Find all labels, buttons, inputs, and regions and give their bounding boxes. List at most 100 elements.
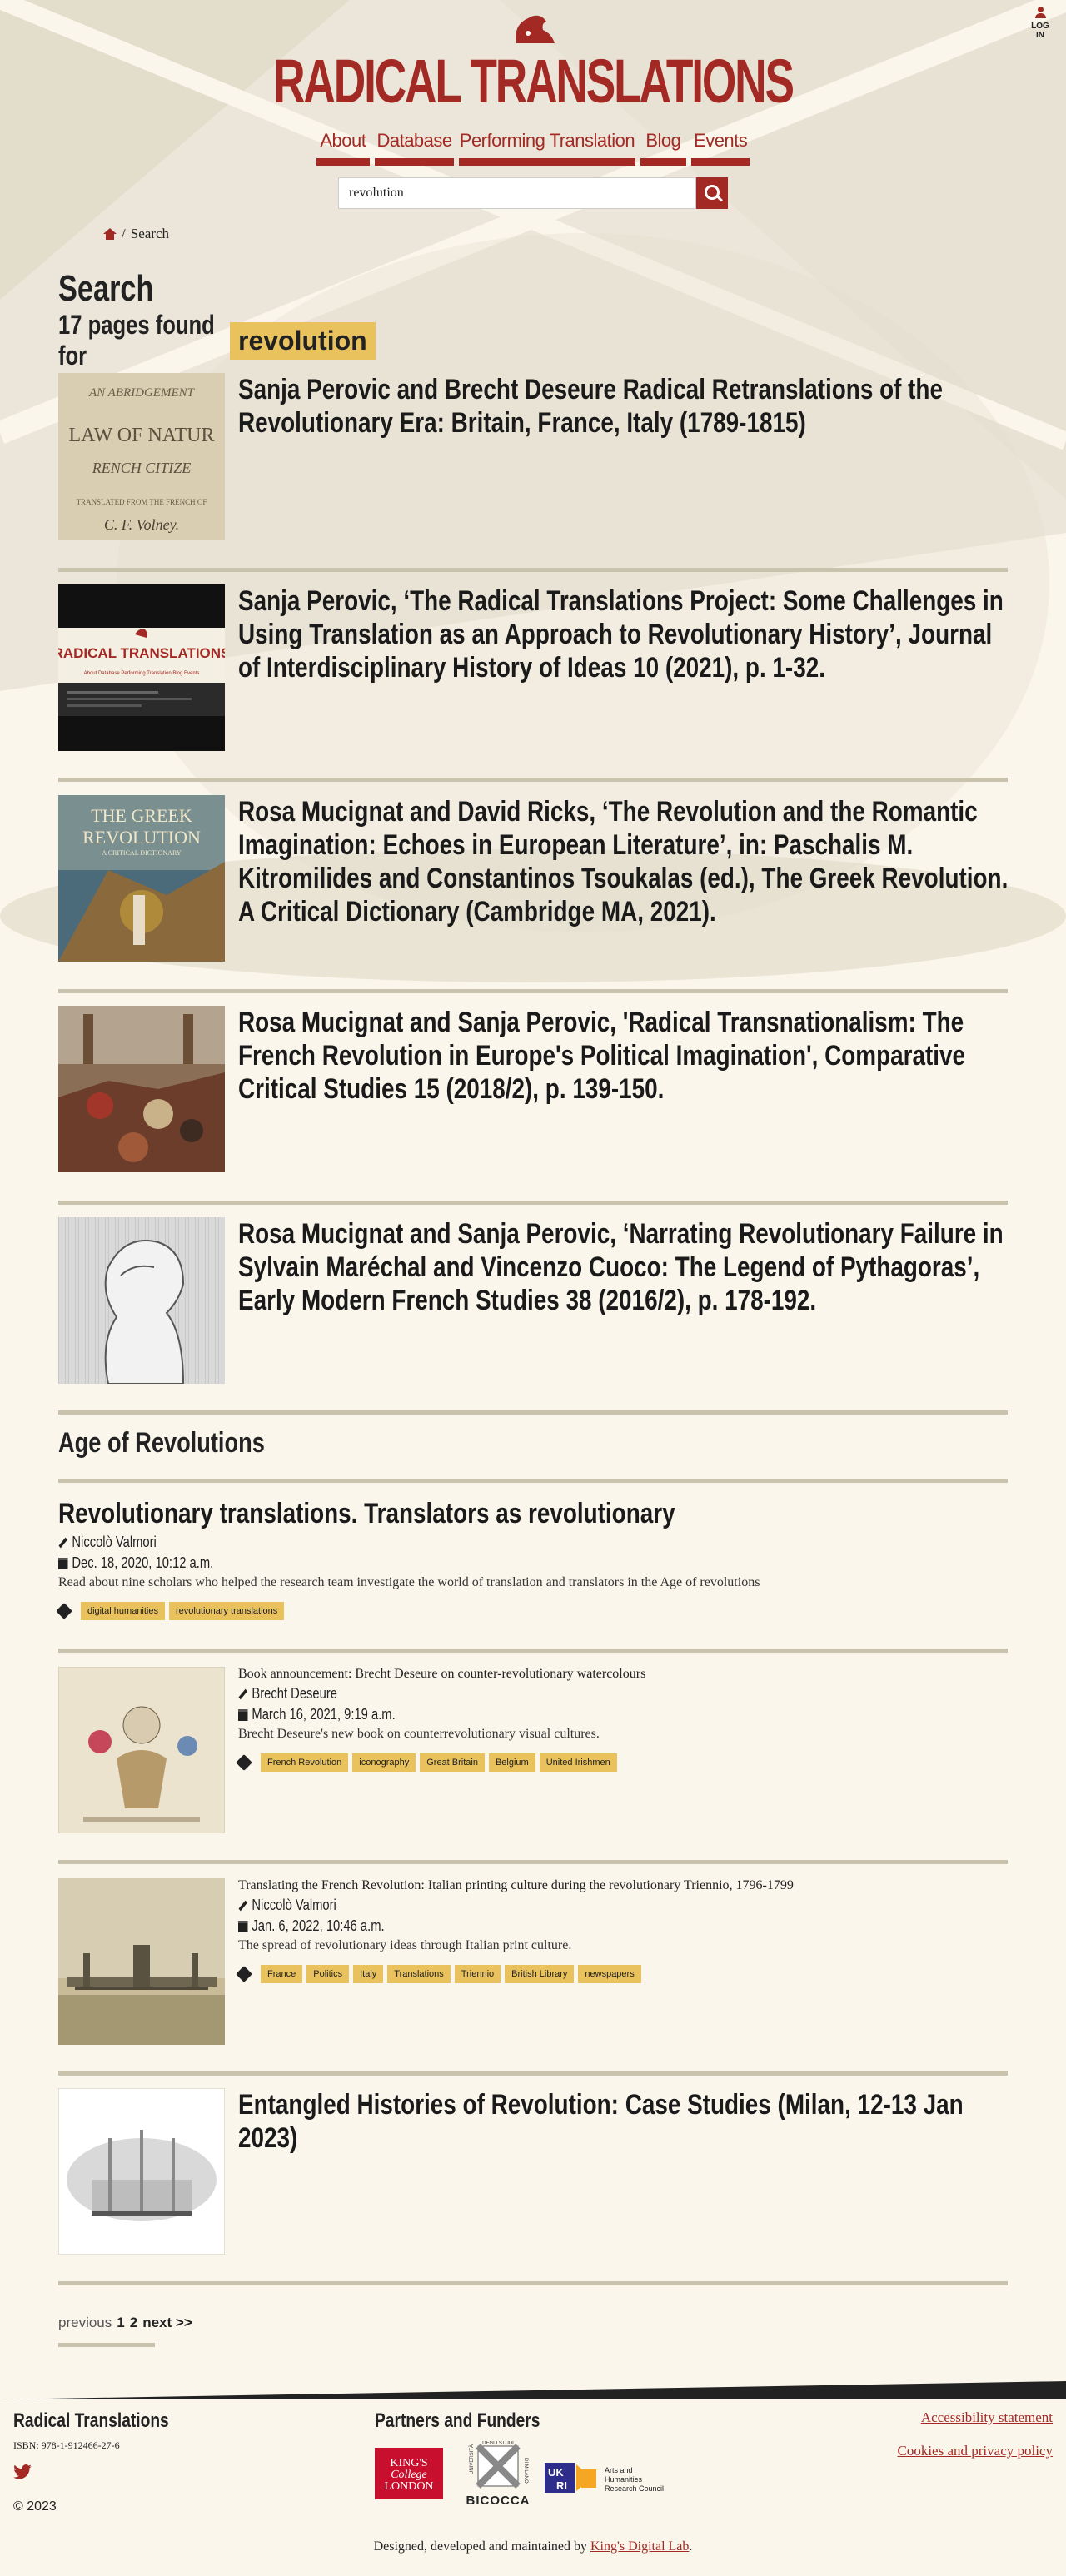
tag[interactable]: Italy <box>353 1965 384 1983</box>
divider <box>58 2281 1008 2285</box>
result-thumbnail[interactable]: THE GREEK REVOLUTION A CRITICAL DICTIONA… <box>58 795 225 962</box>
nav-about[interactable]: About <box>316 128 370 166</box>
pager-underline <box>58 2343 155 2347</box>
tag[interactable]: Great Britain <box>420 1753 485 1772</box>
tag[interactable]: British Library <box>505 1965 575 1983</box>
twitter-icon[interactable] <box>13 2464 32 2479</box>
post-author: Niccolò Valmori <box>238 1897 866 1914</box>
calendar-icon <box>238 1920 248 1932</box>
thumb-text: C. F. Volney. <box>104 516 179 533</box>
cookies-link[interactable]: Cookies and privacy policy <box>898 2443 1054 2459</box>
svg-text:UNIVERSITÀ: UNIVERSITÀ <box>469 2444 475 2474</box>
result-title-link[interactable]: Rosa Mucignat and Sanja Perovic, 'Radica… <box>238 1006 1010 1106</box>
post-title-link[interactable]: Book announcement: Brecht Deseure on cou… <box>238 1667 1066 1682</box>
tag[interactable]: Translations <box>387 1965 451 1983</box>
pencil-icon <box>58 1537 67 1548</box>
post-author-name: Niccolò Valmori <box>252 1897 336 1913</box>
post-date: March 16, 2021, 9:19 a.m. <box>238 1706 866 1723</box>
pager-page: 1 <box>117 2315 125 2330</box>
post-thumbnail[interactable] <box>58 1878 225 2045</box>
user-icon <box>1034 7 1046 18</box>
site-footer: Radical Translations ISBN: 978-1-912466-… <box>0 2381 1066 2576</box>
pencil-icon <box>238 1900 247 1911</box>
svg-text:Arts and: Arts and <box>605 2466 633 2474</box>
footer-credit: Designed, developed and maintained by Ki… <box>373 2539 693 2554</box>
pager-page[interactable]: 2 <box>130 2315 137 2331</box>
post-title-link[interactable]: Translating the French Revolution: Itali… <box>238 1878 1066 1893</box>
search-button[interactable] <box>696 177 728 209</box>
divider <box>58 1410 1008 1415</box>
tag-icon <box>236 1966 252 1982</box>
svg-text:DEGLI STUDI: DEGLI STUDI <box>482 2441 514 2446</box>
section-heading: Age of Revolutions <box>58 1427 265 1459</box>
result-title-link[interactable]: Sanja Perovic, ‘The Radical Translations… <box>238 584 1010 684</box>
breadcrumb: / Search <box>103 226 169 242</box>
tag[interactable]: United Irishmen <box>539 1753 617 1772</box>
result-thumbnail[interactable] <box>58 1006 225 1172</box>
tag-icon <box>236 1754 252 1771</box>
post-title-link[interactable]: Entangled Histories of Revolution: Case … <box>238 2088 1010 2155</box>
nav-blog[interactable]: Blog <box>640 128 687 166</box>
nav-events[interactable]: Events <box>691 128 750 166</box>
post-summary: Brecht Deseure's new book on counterrevo… <box>238 1727 600 1741</box>
result-title-link[interactable]: Sanja Perovic and Brecht Deseure Radical… <box>238 373 1010 440</box>
tag[interactable]: digital humanities <box>81 1602 165 1620</box>
divider <box>58 568 1008 572</box>
nav-performing-translation[interactable]: Performing Translation <box>459 128 635 166</box>
bicocca-logo[interactable]: UNIVERSITÀ DEGLI STUDI DI MILANO BICOCCA <box>466 2441 530 2513</box>
post-thumbnail[interactable] <box>58 2088 225 2255</box>
calendar-icon <box>238 1708 248 1721</box>
main-nav: About Database Performing Translation Bl… <box>316 128 750 166</box>
result-title-link[interactable]: Rosa Mucignat and Sanja Perovic, ‘Narrat… <box>238 1217 1010 1317</box>
svg-text:DI MILANO: DI MILANO <box>523 2458 528 2484</box>
post-thumbnail[interactable] <box>58 1667 225 1833</box>
svg-text:BICOCCA: BICOCCA <box>466 2494 530 2508</box>
tag-list: French Revolution iconography Great Brit… <box>236 1753 1004 1772</box>
tag-list: France Politics Italy Translations Trien… <box>236 1965 1004 1983</box>
tag[interactable]: France <box>261 1965 303 1983</box>
post-author-name: Brecht Deseure <box>252 1685 337 1702</box>
tag[interactable]: Triennio <box>454 1965 501 1983</box>
site-title[interactable]: RADICAL TRANSLATIONS <box>149 47 917 117</box>
post-title-link[interactable]: Revolutionary translations. Translators … <box>58 1497 1001 1530</box>
breadcrumb-separator: / <box>122 226 126 241</box>
divider <box>58 1860 1008 1864</box>
page-title: Search <box>58 268 154 309</box>
thumb-text: A CRITICAL DICTIONARY <box>102 849 181 857</box>
phrygian-cap-logo <box>516 15 555 43</box>
svg-text:Humanities: Humanities <box>605 2475 643 2484</box>
kdl-link[interactable]: King's Digital Lab <box>590 2539 689 2554</box>
post-summary: The spread of revolutionary ideas throug… <box>238 1938 572 1952</box>
divider <box>58 2071 1008 2076</box>
search-input[interactable]: revolution <box>338 177 696 209</box>
post-date-text: Jan. 6, 2022, 10:46 a.m. <box>252 1917 385 1934</box>
accessibility-link[interactable]: Accessibility statement <box>898 2409 1053 2426</box>
post-date-text: March 16, 2021, 9:19 a.m. <box>252 1706 396 1723</box>
tag[interactable]: newspapers <box>578 1965 641 1983</box>
home-icon[interactable] <box>103 228 117 240</box>
tag[interactable]: Belgium <box>488 1753 535 1772</box>
thumb-text: RENCH CITIZE <box>92 460 192 476</box>
divider <box>58 778 1008 782</box>
post-summary: Read about nine scholars who helped the … <box>58 1575 760 1589</box>
post-date: Jan. 6, 2022, 10:46 a.m. <box>238 1917 866 1935</box>
svg-text:RI: RI <box>556 2479 567 2492</box>
search-form: revolution <box>338 177 728 209</box>
ukri-ahrc-logo[interactable]: UK RI Arts and Humanities Research Counc… <box>545 2459 686 2496</box>
result-thumbnail[interactable] <box>58 1217 225 1384</box>
tag[interactable]: iconography <box>352 1753 416 1772</box>
result-thumbnail[interactable]: AN ABRIDGEMENT LAW OF NATUR RENCH CITIZE… <box>58 373 225 540</box>
tag[interactable]: French Revolution <box>261 1753 349 1772</box>
result-thumbnail[interactable]: RADICAL TRANSLATIONS About Database Perf… <box>58 584 225 751</box>
result-title-link[interactable]: Rosa Mucignat and David Ricks, ‘The Revo… <box>238 795 1010 928</box>
tag-list: digital humanities revolutionary transla… <box>56 1602 1008 1620</box>
post-author: Niccolò Valmori <box>58 1534 837 1551</box>
nav-database[interactable]: Database <box>374 128 455 166</box>
pager-next[interactable]: next >> <box>142 2315 192 2331</box>
tag[interactable]: Politics <box>306 1965 350 1983</box>
tag[interactable]: revolutionary translations <box>169 1602 285 1620</box>
login-label: LOG IN <box>1031 22 1049 40</box>
login-link[interactable]: LOG IN <box>1026 7 1054 40</box>
kcl-logo[interactable]: KING'S College LONDON <box>375 2448 443 2499</box>
pagination: previous 1 2 next >> <box>58 2315 192 2331</box>
